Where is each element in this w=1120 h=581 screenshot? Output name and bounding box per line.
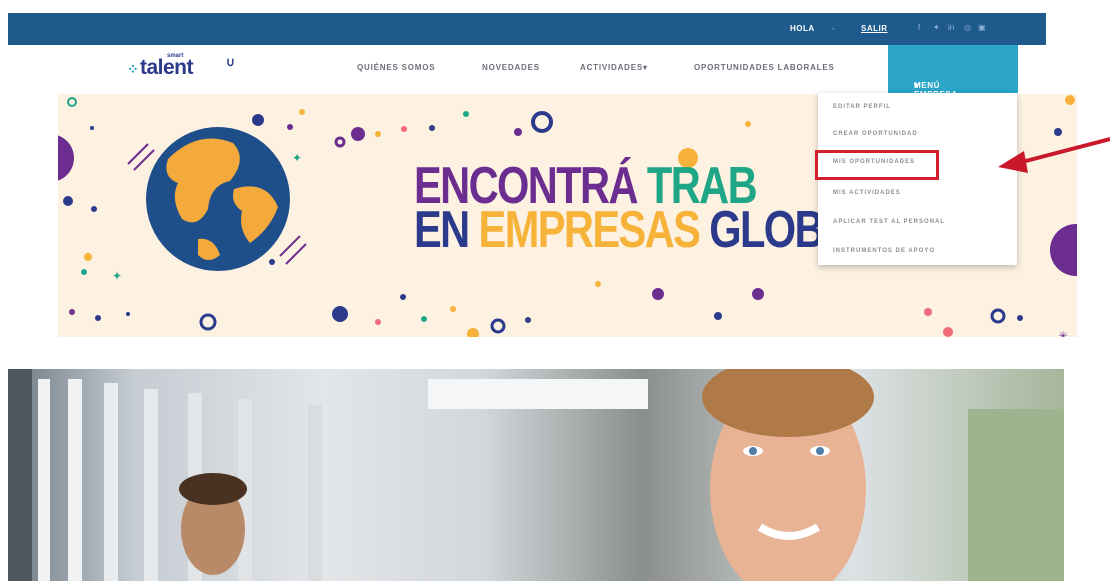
partner-logo-icon: ∪ xyxy=(226,55,235,69)
linkedin-icon[interactable]: in xyxy=(948,23,954,32)
globe-icon xyxy=(146,127,290,271)
separator: - xyxy=(832,24,835,33)
menu-item-editar-perfil[interactable]: EDITAR PERFIL xyxy=(833,104,891,110)
banner-headline-line2: EN EMPRESAS GLOB xyxy=(414,200,825,260)
chevron-down-icon: ▾ xyxy=(914,81,919,90)
menu-item-aplicar-test[interactable]: APLICAR TEST AL PERSONAL xyxy=(833,219,945,225)
svg-text:✳: ✳ xyxy=(1058,329,1068,337)
site-logo[interactable]: ⁘ smart talent ∪ xyxy=(127,51,257,85)
highlight-box xyxy=(815,150,939,180)
nav-actividades[interactable]: ACTIVIDADES▾ xyxy=(580,63,648,72)
menu-item-mis-actividades[interactable]: MIS ACTIVIDADES xyxy=(833,190,901,196)
nav-novedades[interactable]: NOVEDADES xyxy=(482,63,540,72)
nav-quienes-somos[interactable]: QUIÉNES SOMOS xyxy=(357,63,435,72)
instagram-icon[interactable]: ◎ xyxy=(964,23,971,32)
logo-dots-icon: ⁘ xyxy=(127,61,139,77)
menu-item-crear-oportunidad[interactable]: CREAR OPORTUNIDAD xyxy=(833,131,918,137)
photo-people-image xyxy=(8,369,1064,581)
annotation-arrow-icon xyxy=(998,137,1110,173)
logout-link[interactable]: SALIR xyxy=(861,24,888,33)
hero-photo xyxy=(8,369,1064,581)
headline-empresas: EMPRESAS xyxy=(478,201,710,259)
headline-en: EN xyxy=(414,201,479,259)
facebook-icon[interactable]: f xyxy=(918,23,920,32)
nav-actividades-label: ACTIVIDADES xyxy=(580,63,644,72)
logo-brand-text: talent xyxy=(140,56,194,79)
greeting-text: HOLA xyxy=(790,24,815,33)
svg-text:✦: ✦ xyxy=(112,269,122,283)
menu-item-instrumentos-apoyo[interactable]: INSTRUMENTOS DE APOYO xyxy=(833,248,935,254)
headline-globales: GLOB xyxy=(709,201,824,259)
youtube-icon[interactable]: ▣ xyxy=(978,23,986,32)
top-bar: HOLA - SALIR f ✦ in ◎ ▣ xyxy=(8,13,1046,45)
partner-logo: ∪ xyxy=(220,55,250,83)
chevron-down-icon: ▾ xyxy=(643,63,648,72)
nav-menu-empresa[interactable]: MENÚ EMPRESA▾ xyxy=(888,45,1018,99)
nav-oportunidades-laborales[interactable]: OPORTUNIDADES LABORALES xyxy=(694,63,835,72)
twitter-icon[interactable]: ✦ xyxy=(933,23,940,32)
